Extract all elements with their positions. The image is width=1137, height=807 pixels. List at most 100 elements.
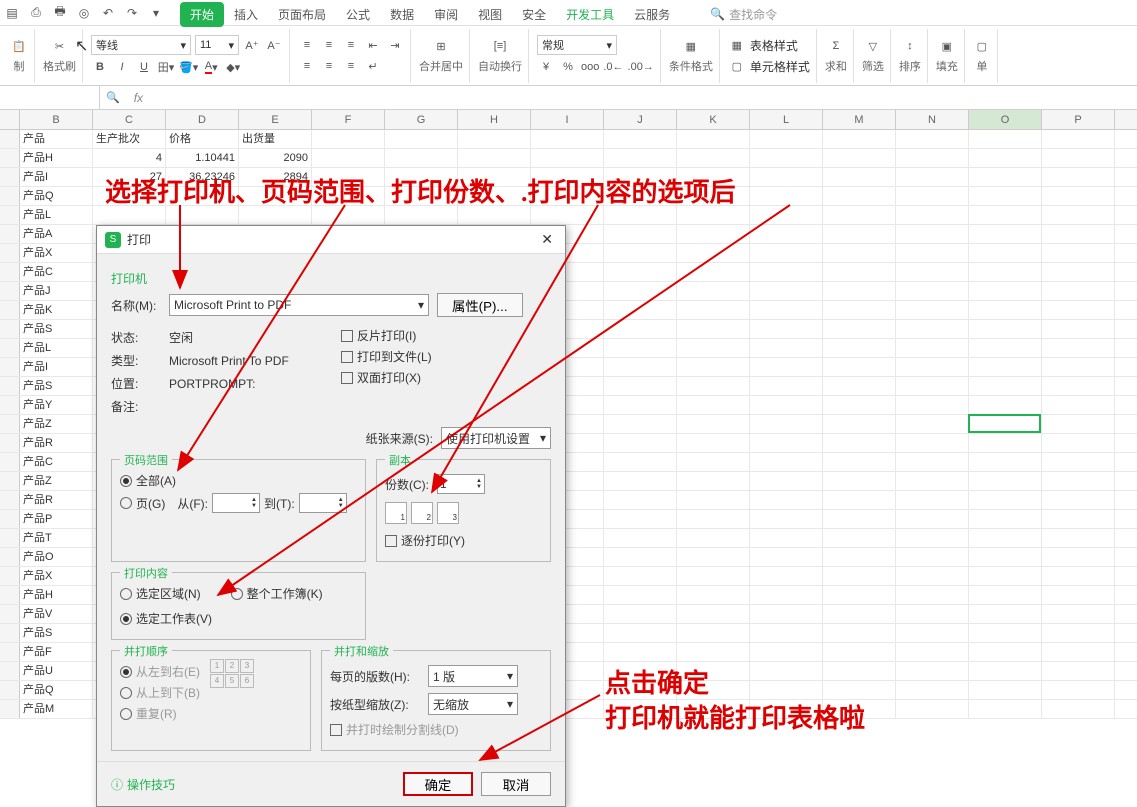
merge-group[interactable]: ⊞ 合并居中 bbox=[413, 29, 470, 83]
tab-layout[interactable]: 页面布局 bbox=[268, 2, 336, 27]
cell[interactable] bbox=[969, 358, 1042, 376]
cell[interactable] bbox=[385, 130, 458, 148]
cell[interactable] bbox=[823, 643, 896, 661]
cell[interactable] bbox=[750, 662, 823, 680]
cell[interactable] bbox=[604, 586, 677, 604]
ok-button[interactable]: 确定 bbox=[403, 772, 473, 796]
cell[interactable] bbox=[750, 396, 823, 414]
row-header[interactable] bbox=[0, 643, 20, 661]
row-header[interactable] bbox=[0, 149, 20, 167]
cell[interactable] bbox=[677, 396, 750, 414]
cell[interactable] bbox=[677, 225, 750, 243]
cell[interactable] bbox=[1042, 510, 1115, 528]
cell[interactable] bbox=[677, 548, 750, 566]
cell[interactable] bbox=[750, 149, 823, 167]
cell[interactable]: 产品Q bbox=[20, 187, 93, 205]
col-header-C[interactable]: C bbox=[93, 110, 166, 129]
cell[interactable] bbox=[896, 263, 969, 281]
cell[interactable] bbox=[385, 187, 458, 205]
bold-icon[interactable]: B bbox=[91, 58, 109, 76]
cell[interactable] bbox=[1042, 548, 1115, 566]
cell[interactable] bbox=[677, 586, 750, 604]
cell[interactable] bbox=[896, 396, 969, 414]
dec-dec-icon[interactable]: .00→ bbox=[628, 58, 654, 76]
row-header[interactable] bbox=[0, 548, 20, 566]
cell[interactable] bbox=[1042, 491, 1115, 509]
cell[interactable] bbox=[969, 700, 1042, 718]
cell[interactable] bbox=[823, 491, 896, 509]
cell[interactable]: 产品Z bbox=[20, 472, 93, 490]
cell[interactable] bbox=[750, 491, 823, 509]
tips-link[interactable]: ⓘ操作技巧 bbox=[111, 776, 175, 793]
cell[interactable] bbox=[750, 130, 823, 148]
cell[interactable] bbox=[969, 681, 1042, 699]
cell[interactable] bbox=[604, 377, 677, 395]
cell[interactable] bbox=[823, 700, 896, 718]
cell[interactable] bbox=[604, 396, 677, 414]
cell[interactable] bbox=[896, 168, 969, 186]
row-header[interactable] bbox=[0, 396, 20, 414]
font-name-combo[interactable]: 等线▾ bbox=[91, 35, 191, 55]
cell[interactable] bbox=[385, 149, 458, 167]
cell[interactable] bbox=[458, 187, 531, 205]
wrap-text-icon[interactable]: [≡] bbox=[491, 37, 509, 55]
invert-checkbox[interactable]: 反片打印(I) bbox=[341, 327, 432, 344]
cell[interactable] bbox=[1042, 453, 1115, 471]
cell[interactable]: 产品Z bbox=[20, 415, 93, 433]
italic-icon[interactable]: I bbox=[113, 58, 131, 76]
collate-checkbox[interactable]: 逐份打印(Y) bbox=[385, 532, 542, 549]
single-group[interactable]: ▢单 bbox=[967, 29, 998, 83]
cell[interactable] bbox=[896, 681, 969, 699]
cell[interactable] bbox=[312, 168, 385, 186]
currency-icon[interactable]: ¥ bbox=[537, 58, 555, 76]
row-header[interactable] bbox=[0, 339, 20, 357]
row-header[interactable] bbox=[0, 206, 20, 224]
cell[interactable] bbox=[677, 263, 750, 281]
col-header-H[interactable]: H bbox=[458, 110, 531, 129]
comma-icon[interactable]: ооо bbox=[581, 58, 599, 76]
cell-style-icon[interactable]: ▢ bbox=[728, 57, 746, 75]
inc-dec-icon[interactable]: .0← bbox=[603, 58, 623, 76]
cell[interactable]: 产品T bbox=[20, 529, 93, 547]
col-header-F[interactable]: F bbox=[312, 110, 385, 129]
cell[interactable]: 产品O bbox=[20, 548, 93, 566]
cell[interactable] bbox=[1042, 320, 1115, 338]
cell[interactable]: 产品S bbox=[20, 377, 93, 395]
col-header-E[interactable]: E bbox=[239, 110, 312, 129]
cell[interactable] bbox=[969, 567, 1042, 585]
highlight-icon[interactable]: ◆▾ bbox=[224, 58, 242, 76]
row-header[interactable] bbox=[0, 244, 20, 262]
cell[interactable] bbox=[239, 206, 312, 224]
cell[interactable] bbox=[750, 282, 823, 300]
cell[interactable] bbox=[1042, 434, 1115, 452]
align-left-icon[interactable]: ≡ bbox=[298, 57, 316, 75]
cell[interactable] bbox=[677, 244, 750, 262]
cell[interactable]: 36.23246 bbox=[166, 168, 239, 186]
cell[interactable]: 2894 bbox=[239, 168, 312, 186]
cell[interactable] bbox=[677, 472, 750, 490]
cell[interactable] bbox=[531, 206, 604, 224]
font-size-combo[interactable]: 11▾ bbox=[195, 35, 239, 55]
cell[interactable] bbox=[896, 130, 969, 148]
cell[interactable] bbox=[969, 472, 1042, 490]
cell[interactable] bbox=[677, 358, 750, 376]
cell[interactable] bbox=[969, 301, 1042, 319]
radio-all[interactable]: 全部(A) bbox=[120, 472, 357, 489]
tab-view[interactable]: 视图 bbox=[468, 2, 512, 27]
radio-pages[interactable]: 页(G) 从(F): ▲▼ 到(T): ▲▼ bbox=[120, 493, 357, 513]
cell[interactable] bbox=[531, 130, 604, 148]
cell[interactable] bbox=[604, 301, 677, 319]
cell[interactable] bbox=[677, 168, 750, 186]
cell[interactable] bbox=[166, 187, 239, 205]
cell[interactable] bbox=[750, 472, 823, 490]
cell[interactable]: 产品P bbox=[20, 510, 93, 528]
cell[interactable] bbox=[1042, 415, 1115, 433]
grow-font-icon[interactable]: A⁺ bbox=[243, 36, 261, 54]
cell[interactable] bbox=[750, 586, 823, 604]
select-all-corner[interactable] bbox=[0, 110, 20, 129]
cell[interactable]: 产品I bbox=[20, 168, 93, 186]
cell[interactable] bbox=[969, 320, 1042, 338]
cell[interactable] bbox=[750, 377, 823, 395]
cell[interactable] bbox=[458, 206, 531, 224]
cell[interactable] bbox=[750, 434, 823, 452]
